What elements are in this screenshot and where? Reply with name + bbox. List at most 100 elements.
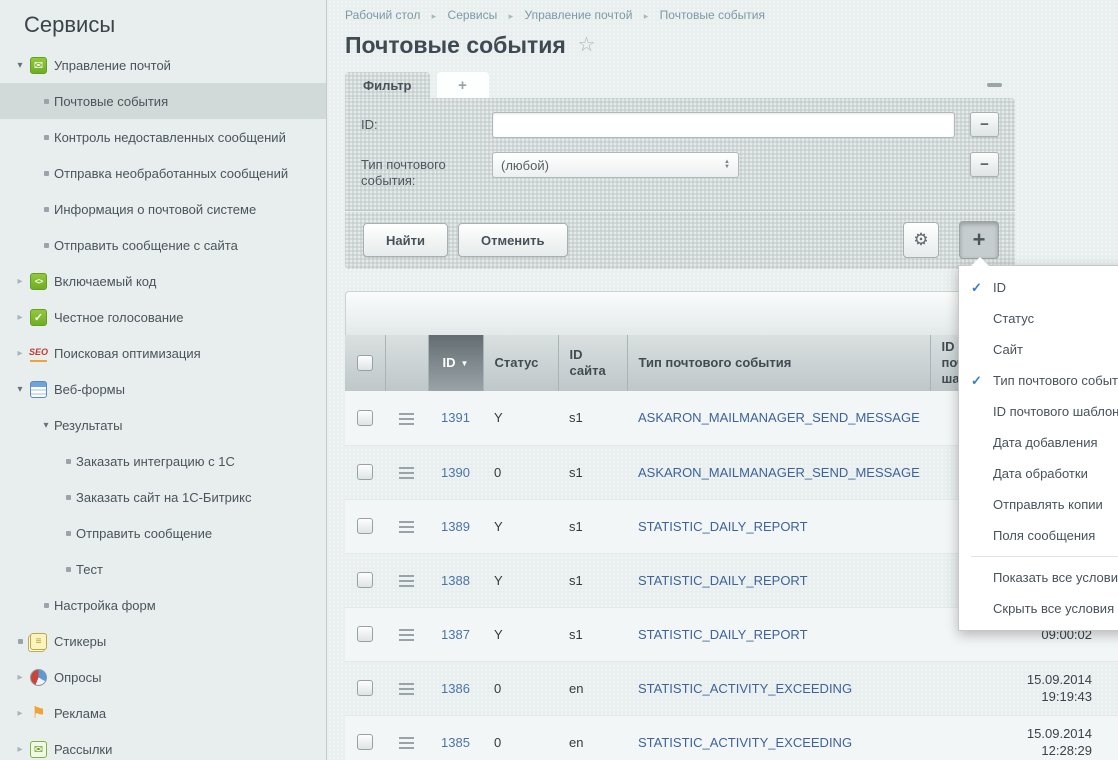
chevron-right-icon[interactable]: ▸ (12, 708, 28, 719)
row-type-link[interactable]: STATISTIC_DAILY_REPORT (638, 573, 808, 588)
row-id-link[interactable]: 1387 (441, 627, 470, 642)
row-menu-icon[interactable] (399, 413, 414, 425)
find-button[interactable]: Найти (363, 223, 448, 257)
sidebar-item-rezultaty[interactable]: ▾ Результаты (0, 407, 326, 443)
sidebar-item-kontrol-nedostavlennyh[interactable]: Контроль недоставленных сообщений (0, 119, 326, 155)
sidebar-item-upravlenie-pochtoy[interactable]: ▾ Управление почтой (0, 47, 326, 83)
row-menu-icon[interactable] (399, 683, 414, 695)
row-menu-icon[interactable] (399, 575, 414, 587)
row-menu-icon[interactable] (399, 467, 414, 479)
chevron-right-icon[interactable]: ▸ (12, 276, 28, 287)
sidebar-item-zakazat-integraciyu-1c[interactable]: Заказать интеграцию с 1С (0, 443, 326, 479)
row-id-link[interactable]: 1390 (441, 465, 470, 480)
sidebar-item-test[interactable]: Тест (0, 551, 326, 587)
chevron-right-icon[interactable]: ▸ (12, 672, 28, 683)
breadcrumb-separator-icon: ▸ (509, 11, 514, 21)
sidebar-item-oprosy[interactable]: ▸ Опросы (0, 659, 326, 695)
collapse-filter-icon[interactable] (987, 83, 1002, 87)
sidebar-item-veb-formy[interactable]: ▾ Веб-формы (0, 371, 326, 407)
chevron-right-icon[interactable]: ▸ (12, 312, 28, 323)
breadcrumb-link[interactable]: Рабочий стол (345, 8, 420, 22)
table-row[interactable]: 1386 0 en STATISTIC_ACTIVITY_EXCEEDING 1… (345, 661, 1118, 715)
row-checkbox[interactable] (357, 410, 373, 426)
row-menu-icon[interactable] (399, 521, 414, 533)
add-condition-button[interactable]: + (959, 221, 999, 259)
row-type-link[interactable]: STATISTIC_ACTIVITY_EXCEEDING (638, 681, 852, 696)
breadcrumb-link[interactable]: Управление почтой (524, 8, 632, 22)
row-menu-icon[interactable] (399, 737, 414, 749)
column-header-status[interactable]: Статус (483, 335, 558, 391)
row-id-link[interactable]: 1389 (441, 519, 470, 534)
row-checkbox[interactable] (357, 518, 373, 534)
sidebar-item-label: Почтовые события (54, 94, 168, 109)
dropdown-item-date-added[interactable]: Дата добавления (959, 427, 1118, 458)
column-header-type[interactable]: Тип почтового события (627, 335, 930, 391)
sidebar-item-otpravit-soobshchenie-s-sayta[interactable]: Отправить сообщение с сайта (0, 227, 326, 263)
sidebar-item-otpravit-soobshchenie[interactable]: Отправить сообщение (0, 515, 326, 551)
dropdown-item-template-id[interactable]: ID почтового шаблона (959, 396, 1118, 427)
sidebar-item-stikery[interactable]: Стикеры (0, 623, 326, 659)
sidebar-item-vklyuchaemyy-kod[interactable]: ▸ Включаемый код (0, 263, 326, 299)
dropdown-item-send-copies[interactable]: Отправлять копии (959, 489, 1118, 520)
row-id-link[interactable]: 1385 (441, 735, 470, 750)
row-id-link[interactable]: 1388 (441, 573, 470, 588)
sidebar-item-informaciya-o-pochtovoy-sisteme[interactable]: Информация о почтовой системе (0, 191, 326, 227)
cancel-button[interactable]: Отменить (458, 223, 568, 257)
sidebar-item-zakazat-sayt-1c-bitrix[interactable]: Заказать сайт на 1С-Битрикс (0, 479, 326, 515)
dropdown-item-event-type[interactable]: ✓ Тип почтового события (959, 365, 1118, 396)
event-type-select[interactable]: (любой) ▲▼ (492, 152, 739, 178)
chevron-down-icon[interactable]: ▾ (12, 60, 28, 71)
row-checkbox[interactable] (357, 572, 373, 588)
id-filter-input[interactable] (492, 112, 955, 138)
sidebar-item-poiskovaya-optimizaciya[interactable]: ▸ Поисковая оптимизация (0, 335, 326, 371)
row-id-link[interactable]: 1386 (441, 681, 470, 696)
dropdown-item-id[interactable]: ✓ ID (959, 272, 1118, 303)
bullet-icon (60, 564, 76, 575)
row-status: 0 (483, 445, 558, 499)
dropdown-item-hide-all-conditions[interactable]: Скрыть все условия (959, 593, 1118, 624)
filter-settings-gear-icon[interactable]: ⚙ (903, 222, 939, 258)
chevron-right-icon[interactable]: ▸ (12, 348, 28, 359)
dropdown-item-status[interactable]: Статус (959, 303, 1118, 334)
row-checkbox[interactable] (357, 626, 373, 642)
row-checkbox[interactable] (357, 464, 373, 480)
dropdown-item-site[interactable]: Сайт (959, 334, 1118, 365)
dropdown-item-show-all-conditions[interactable]: Показать все условия (959, 562, 1118, 593)
row-type-link[interactable]: ASKARON_MAILMANAGER_SEND_MESSAGE (638, 410, 920, 425)
row-menu-icon[interactable] (399, 629, 414, 641)
row-type-link[interactable]: ASKARON_MAILMANAGER_SEND_MESSAGE (638, 465, 920, 480)
bullet-icon (38, 600, 54, 611)
sidebar-item-reklama[interactable]: ▸ Реклама (0, 695, 326, 731)
row-type-link[interactable]: STATISTIC_DAILY_REPORT (638, 519, 808, 534)
chevron-down-icon[interactable]: ▾ (12, 384, 28, 395)
breadcrumb-link[interactable]: Сервисы (448, 8, 498, 22)
row-id-link[interactable]: 1391 (441, 410, 470, 425)
column-header-site[interactable]: ID сайта (558, 335, 627, 391)
row-type-link[interactable]: STATISTIC_DAILY_REPORT (638, 627, 808, 642)
remove-condition-button[interactable]: − (970, 112, 999, 137)
remove-condition-button[interactable]: − (970, 152, 999, 177)
filter-tab[interactable]: Фильтр (345, 72, 430, 98)
row-type-link[interactable]: STATISTIC_ACTIVITY_EXCEEDING (638, 735, 852, 750)
dropdown-item-message-fields[interactable]: Поля сообщения (959, 520, 1118, 551)
chevron-down-icon[interactable]: ▾ (38, 420, 54, 431)
sidebar-item-nastroyka-form[interactable]: Настройка форм (0, 587, 326, 623)
sidebar-item-label: Управление почтой (54, 58, 171, 73)
sidebar-item-chestnoe-golosovanie[interactable]: ▸ Честное голосование (0, 299, 326, 335)
favorite-star-icon[interactable]: ☆ (577, 34, 595, 56)
sidebar-item-otpravka-neobrabotannyh[interactable]: Отправка необработанных сообщений (0, 155, 326, 191)
dropdown-item-date-processed[interactable]: Дата обработки (959, 458, 1118, 489)
sidebar-item-rassylki[interactable]: ▸ Рассылки (0, 731, 326, 760)
add-filter-tab-button[interactable]: + (437, 72, 489, 98)
row-template-id (930, 715, 1010, 760)
row-checkbox[interactable] (357, 680, 373, 696)
column-header-id[interactable]: ID▼ (428, 335, 483, 391)
table-row[interactable]: 1385 0 en STATISTIC_ACTIVITY_EXCEEDING 1… (345, 715, 1118, 760)
chevron-right-icon[interactable]: ▸ (12, 744, 28, 755)
row-checkbox[interactable] (357, 734, 373, 750)
select-all-checkbox[interactable] (357, 355, 373, 371)
pie-chart-icon (30, 669, 47, 686)
newsletter-icon (30, 741, 47, 758)
sidebar-item-pochtovye-sobytiya[interactable]: Почтовые события (0, 83, 326, 119)
sidebar-item-label: Отправка необработанных сообщений (54, 166, 288, 181)
